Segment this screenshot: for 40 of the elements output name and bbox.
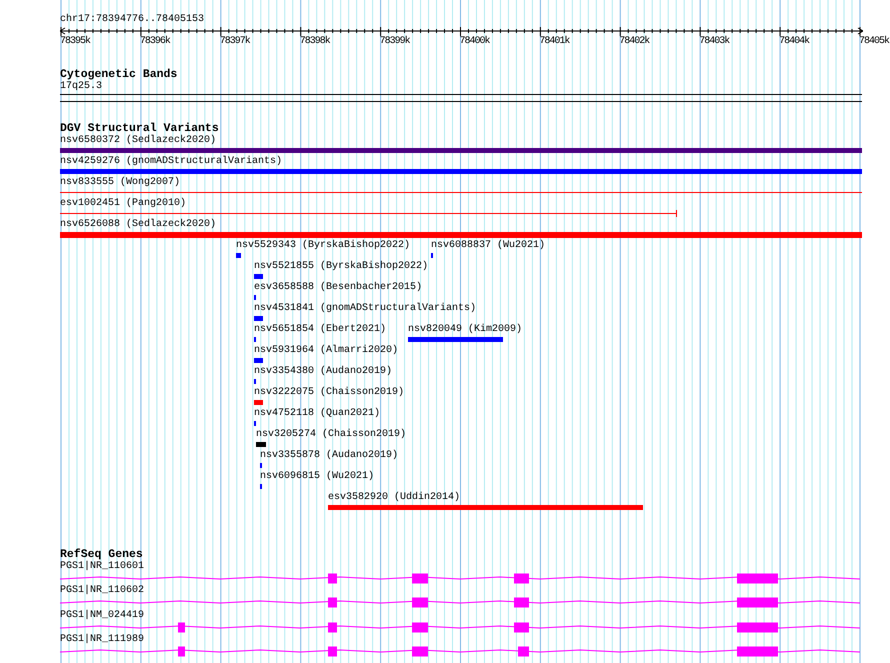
tick-label: 78405k xyxy=(859,36,890,48)
variant-label: esv1002451 (Pang2010) xyxy=(60,198,186,210)
variant-label: nsv5529343 (ByrskaBishop2022) xyxy=(236,240,410,252)
track-title: RefSeq Genes xyxy=(60,548,143,560)
gene-label: PGS1|NR_110602 xyxy=(60,585,144,597)
variant-label: nsv5931964 (Almarri2020) xyxy=(254,344,398,356)
variant-label: nsv3355878 (Audano2019) xyxy=(260,450,398,462)
location-label: chr17:78394776..78405153 xyxy=(60,14,204,26)
track-title: Cytogenetic Bands xyxy=(60,68,178,81)
variant-label: nsv5651854 (Ebert2021) xyxy=(254,324,386,336)
gene-label: PGS1|NR_111989 xyxy=(60,634,144,646)
track-title: DGV Structural Variants xyxy=(60,122,219,134)
variant-label: nsv3222075 (Chaisson2019) xyxy=(254,386,404,398)
variant-label: nsv5521855 (ByrskaBishop2022) xyxy=(254,260,428,272)
gene-label: PGS1|NR_110601 xyxy=(60,560,144,572)
tick-label: 78396k xyxy=(140,36,170,48)
tick-label: 78399k xyxy=(380,36,410,48)
variant-label: esv3582920 (Uddin2014) xyxy=(328,492,460,504)
variant-label: nsv3205274 (Chaisson2019) xyxy=(256,428,406,440)
variant-label: nsv4531841 (gnomADStructuralVariants) xyxy=(254,302,476,314)
variant-label: nsv833555 (Wong2007) xyxy=(60,176,180,188)
variant-label: nsv4752118 (Quan2021) xyxy=(254,408,380,420)
tick-label: 78403k xyxy=(699,36,730,48)
variant-label: nsv6096815 (Wu2021) xyxy=(260,470,374,482)
variant-label: nsv4259276 (gnomADStructuralVariants) xyxy=(60,156,282,168)
tick-label: 78401k xyxy=(539,36,570,48)
band-label: 17q25.3 xyxy=(60,81,102,93)
variant-label: nsv6526088 (Sedlazeck2020) xyxy=(60,218,216,230)
tick-label: 78400k xyxy=(460,36,490,48)
variant-label: nsv6088837 (Wu2021) xyxy=(431,240,546,252)
tick-label: 78402k xyxy=(619,36,650,48)
variant-label: nsv3354380 (Audano2019) xyxy=(254,366,392,378)
variant-label: nsv6580372 (Sedlazeck2020) xyxy=(60,134,216,146)
tick-label: 78404k xyxy=(779,36,810,48)
gene-label: PGS1|NM_024419 xyxy=(60,610,144,622)
variant-label: nsv820049 (Kim2009) xyxy=(408,324,522,336)
tick-label: 78398k xyxy=(300,36,330,48)
tick-label: 78395k xyxy=(60,36,90,48)
tick-label: 78397k xyxy=(220,36,250,48)
variant-label: esv3658588 (Besenbacher2015) xyxy=(254,282,422,294)
